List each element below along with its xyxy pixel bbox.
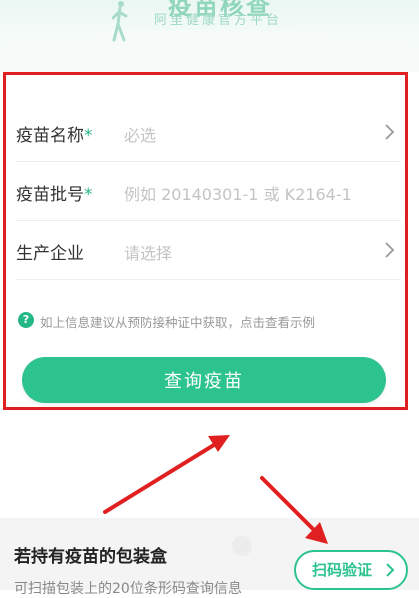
scan-verify-label: 扫码验证 — [312, 561, 373, 579]
chevron-right-icon — [385, 124, 395, 140]
vaccine-query-form: 疫苗名称* 必选 疫苗批号* 例如 20140301-1 或 K2164-1 生… — [3, 72, 408, 410]
vaccine-name-placeholder: 必选 — [124, 126, 157, 145]
decorative-circle — [232, 536, 252, 556]
manufacturer-placeholder: 请选择 — [124, 244, 173, 263]
manufacturer-field[interactable]: 生产企业 请选择 — [16, 221, 401, 280]
vaccine-batch-label: 疫苗批号* — [16, 185, 93, 205]
chevron-right-icon — [386, 563, 395, 577]
chevron-right-icon — [385, 242, 395, 258]
arrow-to-form — [103, 435, 230, 514]
page-header: 疫苗核查 阿里健康官方平台 — [0, 0, 419, 72]
manufacturer-label: 生产企业 — [16, 244, 84, 264]
package-card-title: 若持有疫苗的包装盒 — [14, 547, 167, 567]
vaccine-batch-field[interactable]: 疫苗批号* 例如 20140301-1 或 K2164-1 — [16, 162, 401, 221]
vaccine-batch-input[interactable]: 例如 20140301-1 或 K2164-1 — [124, 181, 352, 205]
example-hint[interactable]: ? 如上信息建议从预防接种证中获取，点击查看示例 — [18, 311, 398, 331]
vaccine-name-label: 疫苗名称* — [16, 126, 93, 146]
runner-figure-icon — [112, 1, 128, 42]
scan-verify-button[interactable]: 扫码验证 — [294, 550, 408, 590]
required-mark: * — [84, 185, 93, 205]
header-wave-decoration — [0, 30, 419, 72]
hint-text: 如上信息建议从预防接种证中获取，点击查看示例 — [40, 315, 316, 330]
question-icon: ? — [18, 312, 34, 328]
required-mark: * — [84, 126, 93, 146]
page-subtitle: 阿里健康官方平台 — [153, 13, 282, 28]
package-card-subtitle: 可扫描包装上的20位条形码查询信息 — [14, 581, 242, 597]
query-vaccine-button[interactable]: 查询疫苗 — [22, 357, 386, 403]
vaccine-name-field[interactable]: 疫苗名称* 必选 — [16, 103, 401, 162]
